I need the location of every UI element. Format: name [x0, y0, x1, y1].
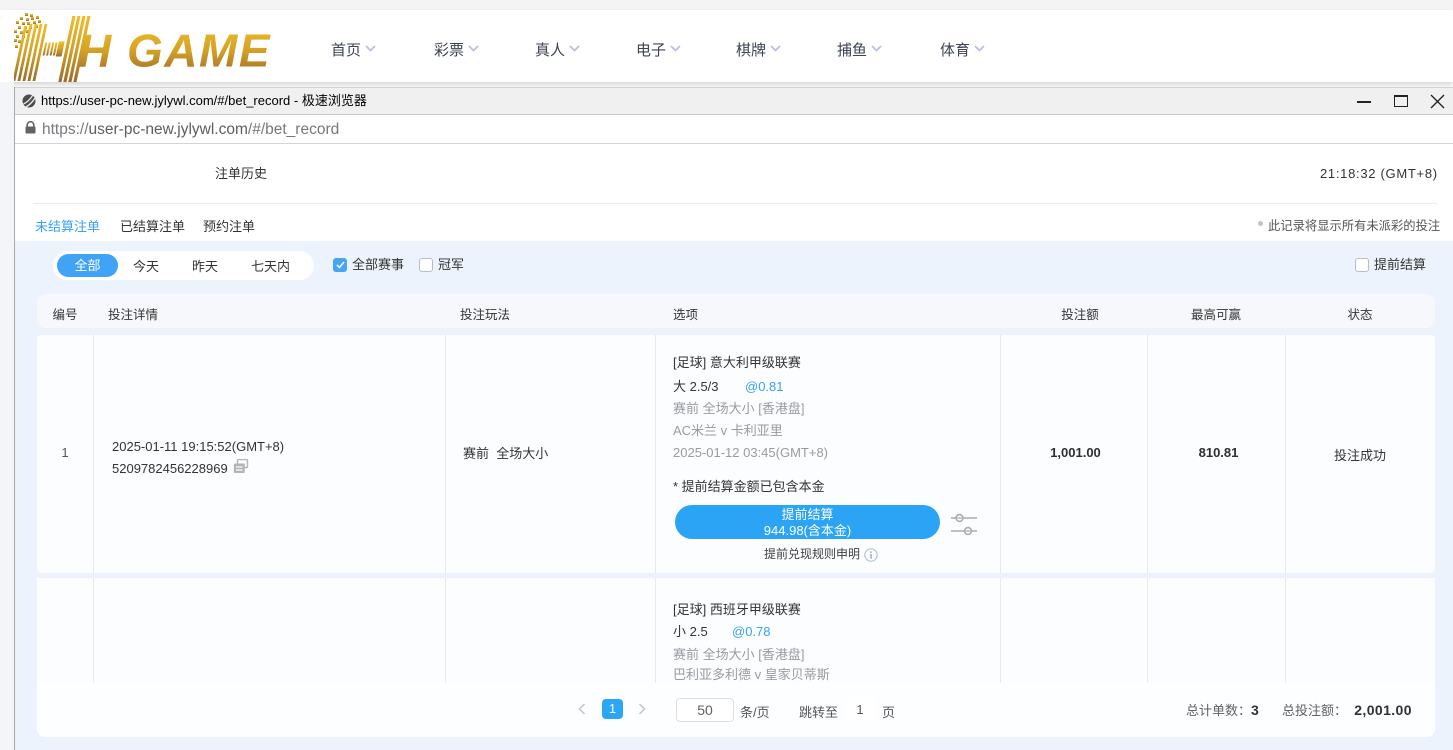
svg-text:H GAME: H GAME — [78, 25, 271, 77]
